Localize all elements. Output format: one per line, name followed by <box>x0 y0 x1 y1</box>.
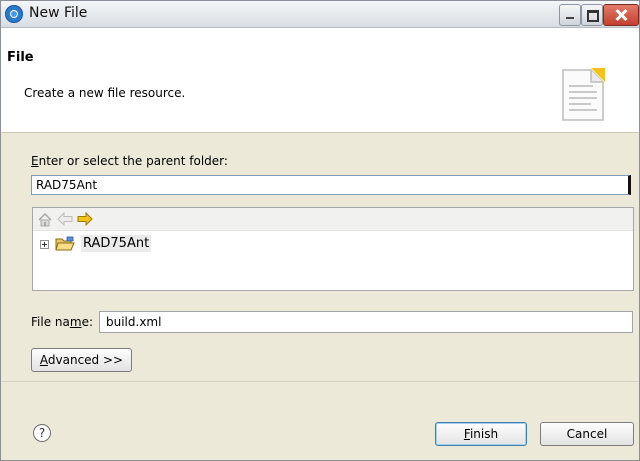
tree-toolbar <box>33 208 633 231</box>
eclipse-app-icon <box>5 5 23 23</box>
parent-folder-label: Enter or select the parent folder: <box>31 154 228 168</box>
maximize-button[interactable] <box>581 4 603 26</box>
expand-toggle-icon[interactable] <box>40 240 49 249</box>
banner-description: Create a new file resource. <box>24 86 186 100</box>
finish-button[interactable]: Finish <box>435 422 527 446</box>
forward-arrow-icon[interactable] <box>77 212 93 226</box>
file-name-input[interactable] <box>99 311 633 333</box>
advanced-button[interactable]: Advanced >> <box>31 348 132 372</box>
close-button[interactable] <box>603 4 639 26</box>
banner-title: File <box>7 50 34 65</box>
new-file-page-icon <box>562 68 605 121</box>
title-bar[interactable]: New File <box>1 1 639 28</box>
window-title: New File <box>29 5 88 21</box>
tree-item-label[interactable]: RAD75Ant <box>81 235 152 252</box>
open-folder-icon <box>55 236 75 251</box>
parent-folder-input[interactable] <box>31 175 631 195</box>
footer-divider <box>1 381 639 382</box>
file-name-label: File name: <box>31 315 93 329</box>
back-arrow-icon[interactable] <box>57 212 73 226</box>
cancel-button[interactable]: Cancel <box>540 422 634 446</box>
tree-item[interactable]: RAD75Ant <box>33 234 633 254</box>
new-file-dialog: New File File Create a new file resource… <box>0 0 640 461</box>
help-icon[interactable]: ? <box>33 424 51 442</box>
minimize-button[interactable] <box>559 4 581 26</box>
home-icon[interactable] <box>37 212 53 227</box>
wizard-banner: File Create a new file resource. <box>1 28 639 133</box>
folder-tree[interactable]: RAD75Ant <box>32 207 634 291</box>
